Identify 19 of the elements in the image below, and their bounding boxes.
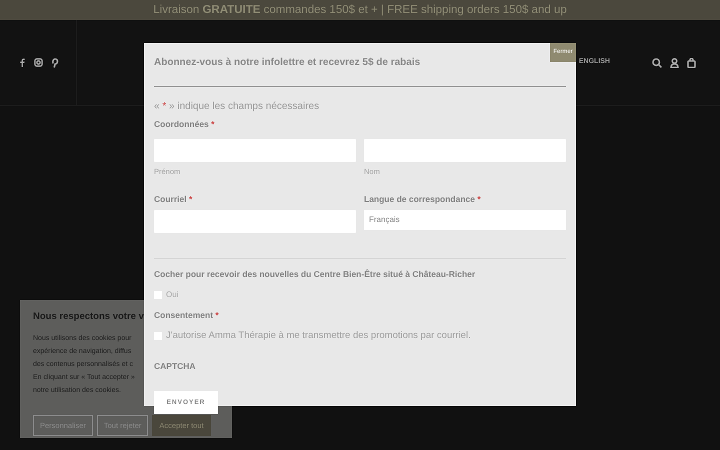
checkbox-label: J'autorise Amma Thérapie à me transmettre des promotions par courriel. xyxy=(166,329,471,344)
announcement-text: Livraison GRATUITE commandes 150$ et + | FREE shipping orders 150$ and up xyxy=(0,0,720,20)
dialog-title: Abonnez-vous à notre infolettre et recevrez 5$ de rabais xyxy=(154,56,422,70)
pinterest-icon[interactable] xyxy=(50,58,58,68)
field-label: Langue de correspondance * xyxy=(364,193,482,206)
user-icon[interactable] xyxy=(670,58,679,68)
facebook-icon[interactable] xyxy=(18,58,26,67)
field-label: CAPTCHA xyxy=(154,360,197,372)
field-label: Courriel * xyxy=(154,193,194,206)
required-legend: « * » indique les champs nécessaires xyxy=(154,99,566,114)
banner-title: Nous respectons votre v xyxy=(33,310,144,324)
search-icon[interactable] xyxy=(652,58,662,68)
field-label: Consentement * xyxy=(154,308,220,322)
language-select[interactable]: Français xyxy=(364,210,566,230)
instagram-icon[interactable] xyxy=(34,58,42,67)
field-label: Cocher pour recevoir des nouvelles du Centre Bien-Être situé à Château-Richer xyxy=(154,268,476,280)
checkbox-label: Oui xyxy=(166,288,178,300)
field-label: Coordonnées * xyxy=(154,118,216,131)
shopping-bag-icon[interactable] xyxy=(687,58,696,68)
